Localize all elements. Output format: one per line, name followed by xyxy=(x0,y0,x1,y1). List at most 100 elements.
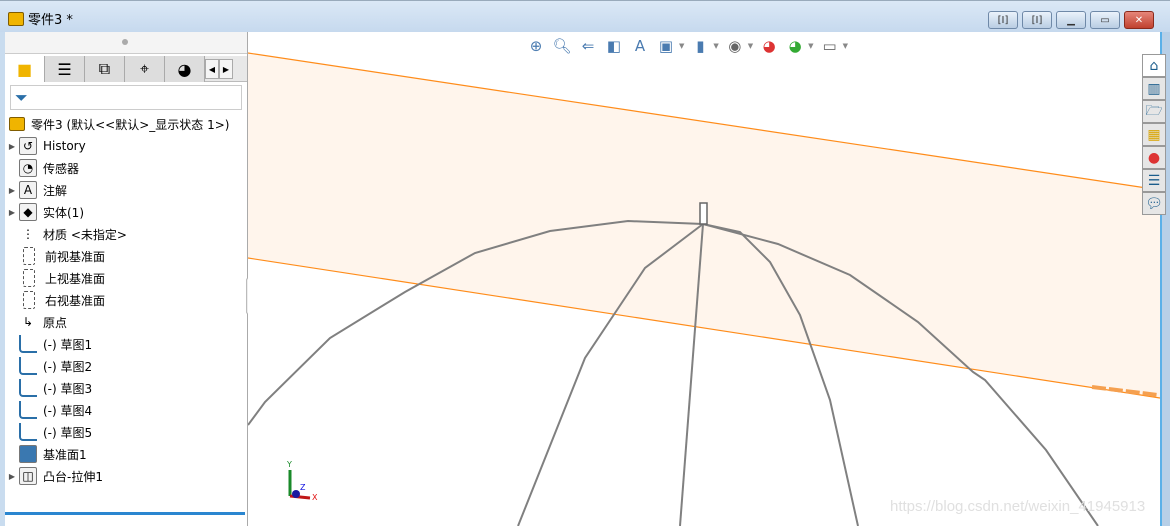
tree-item-label: 前视基准面 xyxy=(45,249,106,264)
tree-root[interactable]: 零件3 (默认<<默认>_显示状态 1>) xyxy=(5,113,247,135)
tree-item-label: 注解 xyxy=(43,183,68,198)
previous-view-icon[interactable]: ⇐ xyxy=(578,36,598,56)
tab-display-manager[interactable]: ◕ xyxy=(165,56,205,82)
task-pane-tabs: ⌂ ▥ 🗁︎ ▦ ● ☰ 💬︎ xyxy=(1142,54,1168,215)
tab-dimxpert[interactable]: ⌖ xyxy=(125,56,165,82)
tree-item-label: 材质 <未指定> xyxy=(43,227,127,242)
watermark: https://blog.csdn.net/weixin_41945913 xyxy=(890,498,1146,515)
section-view-icon[interactable]: ◧ xyxy=(604,36,624,56)
tree-item[interactable]: ↳ 原点 xyxy=(5,311,247,333)
filter-icon[interactable]: ⏷ xyxy=(10,85,242,110)
sketch-icon xyxy=(19,335,37,353)
tree-item[interactable]: ▶ ◫ 凸台-拉伸1 xyxy=(5,465,247,487)
manager-tabs: ■ ☰ ⧉ ⌖ ◕ ◀ ▶ xyxy=(5,56,247,82)
forum-icon[interactable]: 💬︎ xyxy=(1142,192,1166,215)
tree-item[interactable]: (-) 草图1 xyxy=(5,333,247,355)
view-orientation-icon[interactable]: ▣ xyxy=(656,36,676,56)
tree-item[interactable]: ◔ 传感器 xyxy=(5,157,247,179)
sensor-folder-icon: ◔ xyxy=(19,159,37,177)
hide-show-icon[interactable]: ◉ xyxy=(725,36,745,56)
tree-item[interactable]: 前视基准面 xyxy=(5,245,247,267)
view-settings-dropdown[interactable]: ▼ xyxy=(843,42,848,50)
tree-item-label: (-) 草图4 xyxy=(43,403,93,418)
minimize-button[interactable]: ▁ xyxy=(1056,11,1086,29)
feature-manager-panel: ■ ☰ ⧉ ⌖ ◕ ◀ ▶ ⏷ 零件3 (默认<<默认>_显示状态 1>) ▶ ↺… xyxy=(5,32,248,526)
display-style-icon[interactable]: ▮ xyxy=(690,36,710,56)
tab-configuration-manager[interactable]: ⧉ xyxy=(85,56,125,82)
material-icon: ⋮ xyxy=(22,227,34,241)
origin-icon: ↳ xyxy=(22,315,34,329)
tree-item[interactable]: (-) 草图2 xyxy=(5,355,247,377)
expand-arrow-icon[interactable]: ▶ xyxy=(5,186,19,195)
appearances-icon[interactable]: ● xyxy=(1142,146,1166,169)
apply-scene-icon[interactable]: ◕ xyxy=(785,36,805,56)
solid-body-folder-icon: ◆ xyxy=(19,203,37,221)
view-settings-icon[interactable]: ▭ xyxy=(820,36,840,56)
tree-item-label: (-) 草图2 xyxy=(43,359,93,374)
tree-item-label: (-) 草图1 xyxy=(43,337,93,352)
file-explorer-icon[interactable]: 🗁︎ xyxy=(1142,100,1166,123)
tree-item[interactable]: ⋮ 材质 <未指定> xyxy=(5,223,247,245)
view-palette-icon[interactable]: ▦ xyxy=(1142,123,1166,146)
panel-grip[interactable] xyxy=(5,32,247,54)
triad-z-axis xyxy=(292,490,300,498)
tree-item-label: 原点 xyxy=(43,315,68,330)
zoom-to-fit-icon[interactable]: ⊕ xyxy=(526,36,546,56)
home-icon[interactable]: ⌂ xyxy=(1142,54,1166,77)
tab-scroll-right[interactable]: ▶ xyxy=(219,59,233,79)
tree-item[interactable]: (-) 草图3 xyxy=(5,377,247,399)
window-title: 零件3 * xyxy=(8,9,73,28)
title-text: 零件3 * xyxy=(28,13,73,28)
hide-show-dropdown[interactable]: ▼ xyxy=(748,42,753,50)
heads-up-toolbar: ⊕ 🔍︎ ⇐ ◧ A ▣ ▼ ▮ ▼ ◉ ▼ ◕ ◕ ▼ ▭ ▼ xyxy=(526,36,848,56)
expand-arrow-icon[interactable]: ▶ xyxy=(5,142,19,151)
tile-left-button[interactable]: [I] xyxy=(988,11,1018,29)
tree-item[interactable]: (-) 草图5 xyxy=(5,421,247,443)
tree-item[interactable]: ▮ 基准面1 xyxy=(5,443,247,465)
triad-z-label: Z xyxy=(300,483,306,492)
plane-icon xyxy=(23,269,35,287)
tree-item[interactable]: ▶ ↺ History xyxy=(5,135,247,157)
plane-icon xyxy=(23,247,35,265)
tree-item-label: (-) 草图5 xyxy=(43,425,93,440)
tree-item-label: History xyxy=(43,139,86,153)
tab-feature-manager[interactable]: ■ xyxy=(5,56,45,82)
tree-item-label: 凸台-拉伸1 xyxy=(43,469,103,484)
edit-appearance-icon[interactable]: ◕ xyxy=(759,36,779,56)
tree-item-label: 基准面1 xyxy=(43,447,87,462)
view-orientation-dropdown[interactable]: ▼ xyxy=(679,42,684,50)
umbrella-handle xyxy=(699,202,708,225)
tree-item-label: 上视基准面 xyxy=(45,271,106,286)
tree-item[interactable]: (-) 草图4 xyxy=(5,399,247,421)
close-button[interactable]: ✕ xyxy=(1124,11,1154,29)
triad-x-label: X xyxy=(312,493,318,500)
zoom-to-area-icon[interactable]: 🔍︎ xyxy=(552,36,572,56)
triad: Y X Z xyxy=(286,460,318,500)
sketch-icon xyxy=(19,401,37,419)
root-label: 零件3 (默认<<默认>_显示状态 1>) xyxy=(31,117,230,132)
tab-property-manager[interactable]: ☰ xyxy=(45,56,85,82)
tree-item[interactable]: 右视基准面 xyxy=(5,289,247,311)
expand-arrow-icon[interactable]: ▶ xyxy=(5,208,19,217)
plane-fill xyxy=(248,53,1160,398)
tree-item[interactable]: ▶ ◆ 实体(1) xyxy=(5,201,247,223)
tree-item[interactable]: 上视基准面 xyxy=(5,267,247,289)
expand-arrow-icon[interactable]: ▶ xyxy=(5,472,19,481)
custom-properties-icon[interactable]: ☰ xyxy=(1142,169,1166,192)
plane-feature-icon: ▮ xyxy=(19,445,37,463)
tree-item-label: (-) 草图3 xyxy=(43,381,93,396)
sketch-icon xyxy=(19,423,37,441)
tree-item[interactable]: ▶ A 注解 xyxy=(5,179,247,201)
boss-extrude-icon: ◫ xyxy=(19,467,37,485)
graphics-area[interactable]: ⊕ 🔍︎ ⇐ ◧ A ▣ ▼ ▮ ▼ ◉ ▼ ◕ ◕ ▼ ▭ ▼ Y X Z xyxy=(248,32,1160,526)
display-style-dropdown[interactable]: ▼ xyxy=(713,42,718,50)
maximize-button[interactable]: ▭ xyxy=(1090,11,1120,29)
dynamic-annotation-icon[interactable]: A xyxy=(630,36,650,56)
apply-scene-dropdown[interactable]: ▼ xyxy=(808,42,813,50)
sketch-icon xyxy=(19,357,37,375)
title-bar: 零件3 * [I] [I] ▁ ▭ ✕ xyxy=(0,0,1170,32)
tile-right-button[interactable]: [I] xyxy=(1022,11,1052,29)
tree-item-label: 传感器 xyxy=(43,161,80,176)
tab-scroll-left[interactable]: ◀ xyxy=(205,59,219,79)
design-library-icon[interactable]: ▥ xyxy=(1142,77,1166,100)
